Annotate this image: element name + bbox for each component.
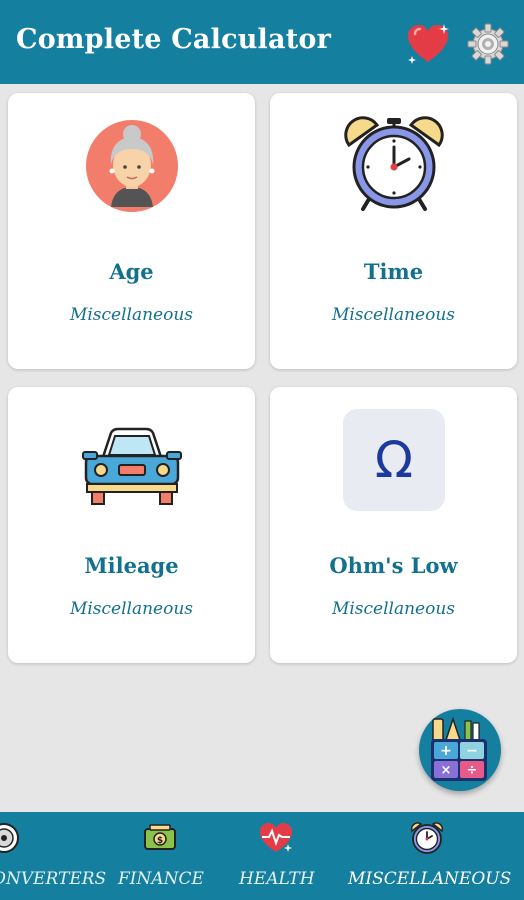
alarm-clock-icon [410,822,444,854]
svg-text:Ω: Ω [375,431,413,489]
card-title: Time [363,259,424,284]
car-icon [82,427,182,505]
svg-text:×: × [441,763,452,778]
favorites-button[interactable] [406,22,452,66]
grandma-avatar-icon [86,120,178,212]
money-icon: $ [144,824,176,850]
card-ohms-low[interactable]: Ω Ohm's Low Miscellaneous [270,387,517,663]
svg-text:−: − [466,743,478,759]
card-title: Mileage [84,553,179,578]
omega-icon: Ω [343,409,445,511]
svg-text:+: + [440,743,452,759]
card-mileage[interactable]: Mileage Miscellaneous [8,387,255,663]
heart-icon [260,823,292,852]
card-category: Miscellaneous [69,305,194,325]
app-bar: Complete Calculator [0,0,524,84]
card-title: Age [109,259,154,284]
calculator-tools-icon: + − × ÷ [431,716,487,781]
nav-item-finance[interactable]: $ FINANCE [110,812,212,900]
nav-label: MISCELLANEOUS [348,869,512,889]
alarm-clock-icon [344,116,444,211]
nav-label: HEALTH [239,869,315,889]
nav-item-converters[interactable]: CONVERTERS [0,812,106,900]
svg-text:÷: ÷ [467,763,478,778]
card-category: Miscellaneous [331,599,456,619]
nav-item-miscellaneous[interactable]: MISCELLANEOUS [340,812,524,900]
card-category: Miscellaneous [69,599,194,619]
nav-label: CONVERTERS [0,869,107,889]
card-category: Miscellaneous [331,305,456,325]
nav-item-health[interactable]: HEALTH [226,812,326,900]
svg-text:$: $ [157,836,163,846]
app-title: Complete Calculator [16,24,331,55]
bottom-nav: CONVERTERS $ FINANCE HEALTH MISCELLANEOU [0,812,524,900]
heart-sparkle-icon [408,24,449,64]
nav-label: FINANCE [118,869,204,889]
calculator-fab[interactable]: + − × ÷ [419,709,501,791]
settings-button[interactable] [466,22,510,66]
converter-icon [0,823,19,853]
card-title: Ohm's Low [329,553,458,578]
card-time[interactable]: Time Miscellaneous [270,93,517,369]
gear-icon [467,23,509,65]
card-age[interactable]: Age Miscellaneous [8,93,255,369]
